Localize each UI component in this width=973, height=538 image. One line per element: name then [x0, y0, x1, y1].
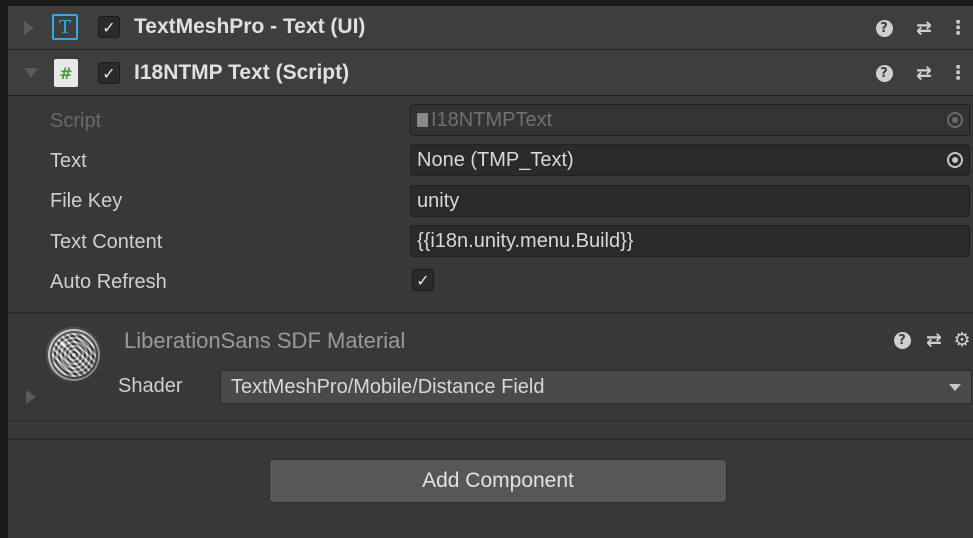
foldout-collapsed-icon[interactable] — [24, 21, 34, 35]
context-menu-icon[interactable]: ⋮ — [948, 16, 968, 40]
component-enabled-checkbox[interactable]: ✓ — [98, 62, 120, 84]
file-key-input[interactable]: unity — [410, 185, 970, 217]
script-field-value: I18NTMPText — [431, 108, 553, 131]
component-title: I18NTMP Text (Script) — [134, 61, 350, 84]
object-picker-icon[interactable] — [947, 152, 963, 168]
help-icon[interactable]: ? — [892, 328, 912, 352]
check-icon: ✓ — [102, 63, 116, 83]
object-picker-icon — [947, 112, 963, 128]
gear-icon[interactable]: ⚙ — [952, 328, 972, 352]
script-field: I18NTMPText — [410, 104, 970, 136]
presets-icon[interactable]: ⇄ — [924, 328, 944, 352]
help-icon[interactable]: ? — [874, 61, 894, 85]
section-divider — [8, 438, 973, 440]
auto-refresh-label: Auto Refresh — [50, 271, 167, 293]
component-header-i18ntmp[interactable]: # ✓ I18NTMP Text (Script) ? ⇄ ⋮ — [8, 50, 973, 96]
material-foldout-icon[interactable] — [26, 390, 36, 404]
csharp-script-hash-icon: # — [54, 59, 78, 87]
text-field-value: None (TMP_Text) — [417, 148, 574, 171]
text-content-value: {{i18n.unity.menu.Build}} — [417, 229, 634, 252]
presets-icon[interactable]: ⇄ — [914, 61, 934, 85]
shader-dropdown[interactable]: TextMeshPro/Mobile/Distance Field — [220, 370, 972, 404]
material-preview-sphere — [46, 327, 102, 383]
check-icon: ✓ — [416, 270, 430, 290]
presets-icon[interactable]: ⇄ — [914, 16, 934, 40]
shader-label: Shader — [118, 375, 183, 397]
file-key-label: File Key — [50, 190, 123, 212]
text-object-field[interactable]: None (TMP_Text) — [410, 144, 970, 176]
shader-value: TextMeshPro/Mobile/Distance Field — [231, 375, 545, 398]
text-content-input[interactable]: {{i18n.unity.menu.Build}} — [410, 225, 970, 257]
check-icon: ✓ — [102, 17, 116, 37]
text-t-icon: T — [52, 14, 78, 40]
text-field-label: Text — [50, 150, 87, 172]
script-file-icon — [417, 113, 428, 127]
context-menu-icon[interactable]: ⋮ — [948, 61, 968, 85]
dropdown-arrow-icon — [949, 384, 961, 391]
script-field-label: Script — [50, 110, 102, 132]
material-name: LiberationSans SDF Material — [124, 328, 406, 353]
foldout-expanded-icon[interactable] — [24, 68, 38, 78]
text-content-label: Text Content — [50, 231, 163, 253]
auto-refresh-checkbox[interactable]: ✓ — [412, 269, 434, 291]
section-divider — [8, 312, 973, 314]
left-edge-panel — [0, 0, 8, 538]
component-header-textmeshpro[interactable]: T ✓ TextMeshPro - Text (UI) ? ⇄ ⋮ — [8, 6, 973, 50]
section-divider — [8, 420, 973, 421]
file-key-value: unity — [417, 189, 460, 212]
add-component-button[interactable]: Add Component — [269, 459, 727, 503]
help-icon[interactable]: ? — [874, 16, 894, 40]
component-title: TextMeshPro - Text (UI) — [134, 15, 366, 38]
component-enabled-checkbox[interactable]: ✓ — [98, 16, 120, 38]
